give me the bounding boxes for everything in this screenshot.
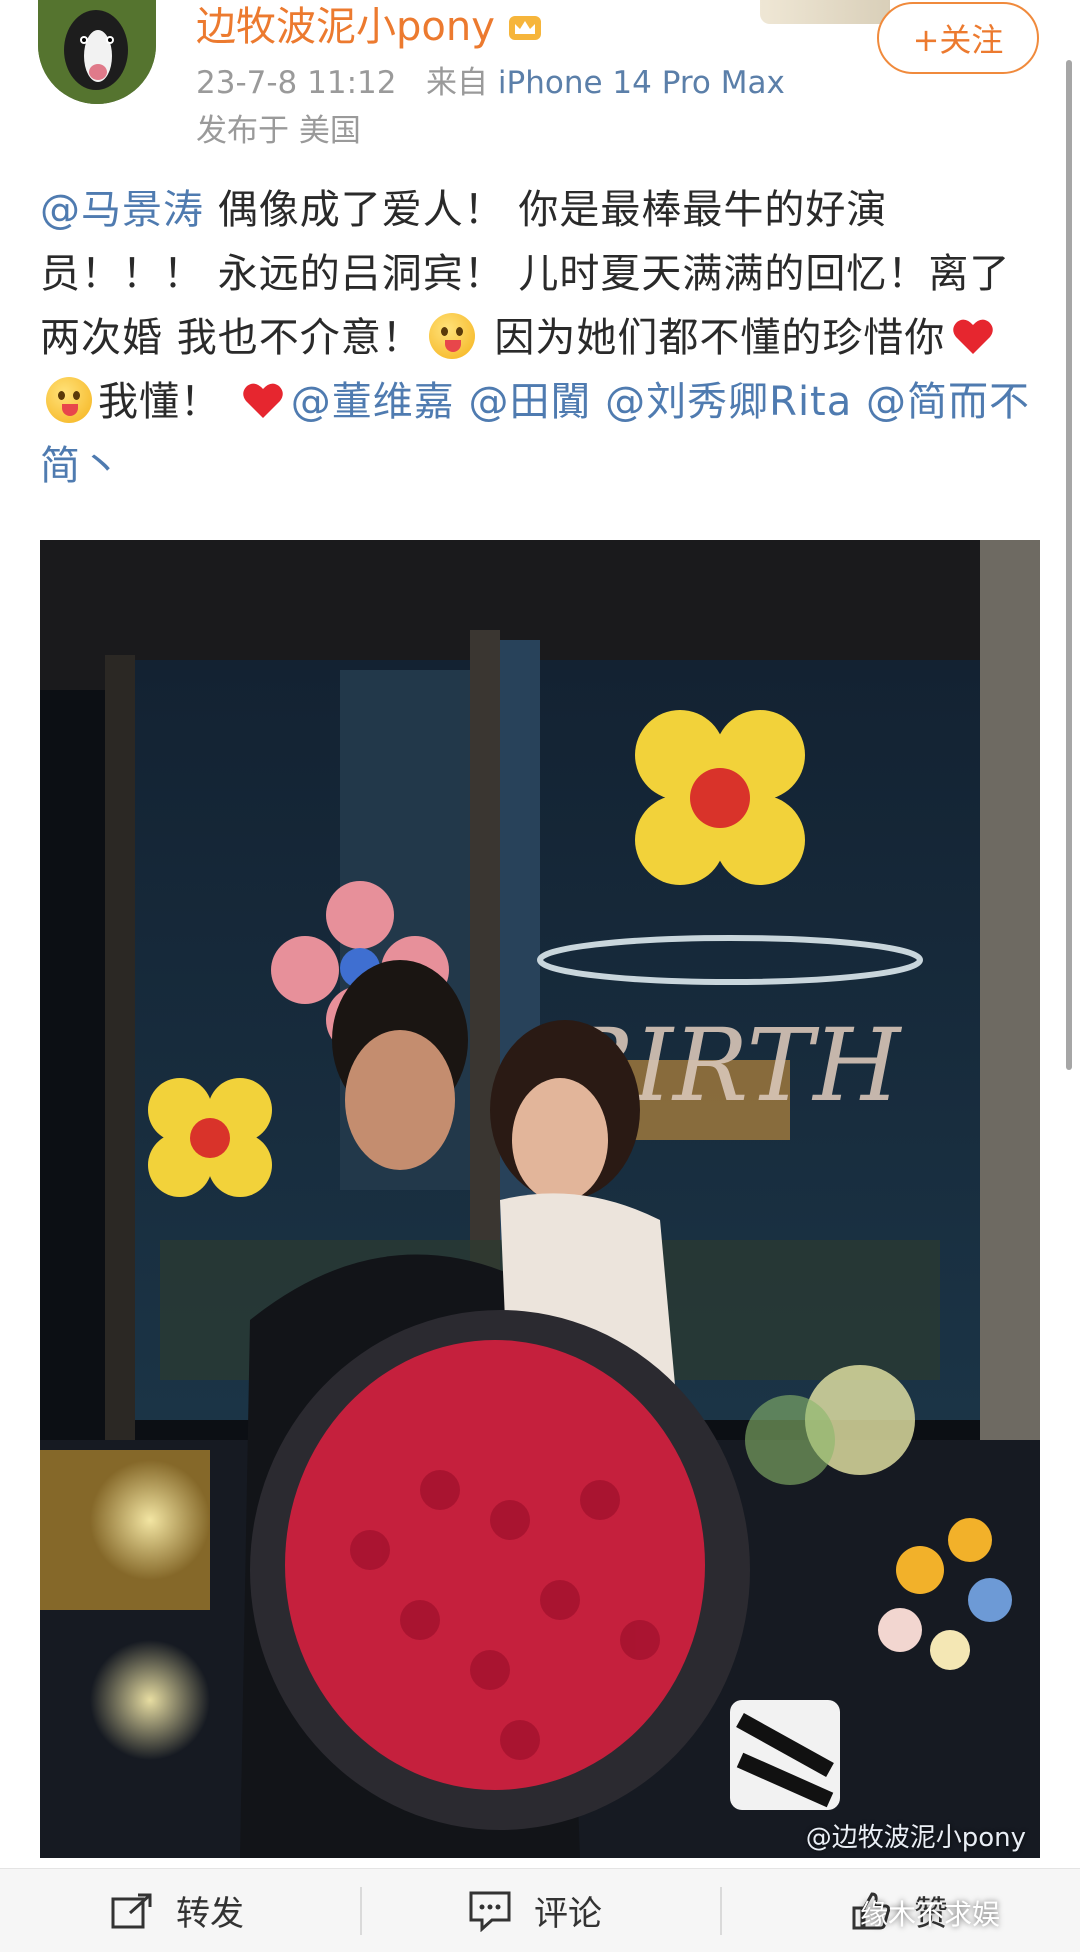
avatar[interactable] <box>38 0 156 104</box>
timestamp: 23-7-8 11:12 <box>196 65 397 101</box>
device-name[interactable]: iPhone 14 Pro Max <box>498 65 785 101</box>
post-photo[interactable]: BIRTH @边牧波泥小pony <box>40 540 1040 1858</box>
comment-icon <box>469 1891 511 1932</box>
follow-button[interactable]: +关注 <box>877 2 1039 74</box>
user-mention[interactable]: @刘秀卿Rita <box>605 379 852 425</box>
action-divider <box>720 1887 722 1935</box>
username-text[interactable]: 边牧波泥小pony <box>196 2 495 52</box>
photo-watermark: @边牧波泥小pony <box>805 1823 1026 1853</box>
follow-label: +关注 <box>912 21 1004 59</box>
repost-icon <box>111 1893 152 1928</box>
post-meta: 23-7-8 11:12 来自 iPhone 14 Pro Max <box>196 62 785 104</box>
user-mention[interactable]: @马景涛 <box>40 187 204 233</box>
birthday-photo-image: BIRTH <box>40 540 1040 1858</box>
cropped-decoration <box>760 0 890 24</box>
comment-button[interactable]: 评论 <box>468 1869 602 1952</box>
vip-crown-icon <box>508 16 541 40</box>
repost-label: 转发 <box>176 1894 244 1934</box>
tongue-wink-emoji <box>428 313 475 359</box>
dog-avatar-image <box>38 0 156 104</box>
post-text: 我懂！ <box>98 379 235 425</box>
user-mention[interactable]: @董维嘉 <box>291 379 455 425</box>
source-prefix: 来自 <box>426 65 489 101</box>
red-heart-emoji <box>953 319 994 354</box>
source-watermark-text: 缘木不求娱 <box>860 1898 1001 1931</box>
post-text <box>852 379 866 425</box>
scrollbar[interactable] <box>1066 60 1072 1070</box>
username[interactable]: 边牧波泥小pony <box>196 2 543 52</box>
repost-button[interactable]: 转发 <box>110 1869 244 1952</box>
post-header: 边牧波泥小pony 23-7-8 11:12 来自 iPhone 14 Pro … <box>0 0 1080 170</box>
comment-label: 评论 <box>534 1894 602 1934</box>
post-location: 发布于 美国 <box>196 113 361 149</box>
red-heart-emoji <box>242 383 283 418</box>
source-watermark: 缘木不求娱 <box>860 1893 1000 1933</box>
user-mention[interactable]: @田闐 <box>468 379 591 425</box>
tongue-wink-emoji <box>46 377 92 423</box>
post-body: @马景涛 偶像成了爱人！ 你是最棒最牛的好演员！！！ 永远的吕洞宾！ 儿时夏天满… <box>40 178 1050 498</box>
post-text <box>455 379 469 425</box>
post-text <box>591 379 605 425</box>
action-divider <box>360 1887 362 1935</box>
post-text: 因为她们都不懂的珍惜你 <box>480 315 946 361</box>
